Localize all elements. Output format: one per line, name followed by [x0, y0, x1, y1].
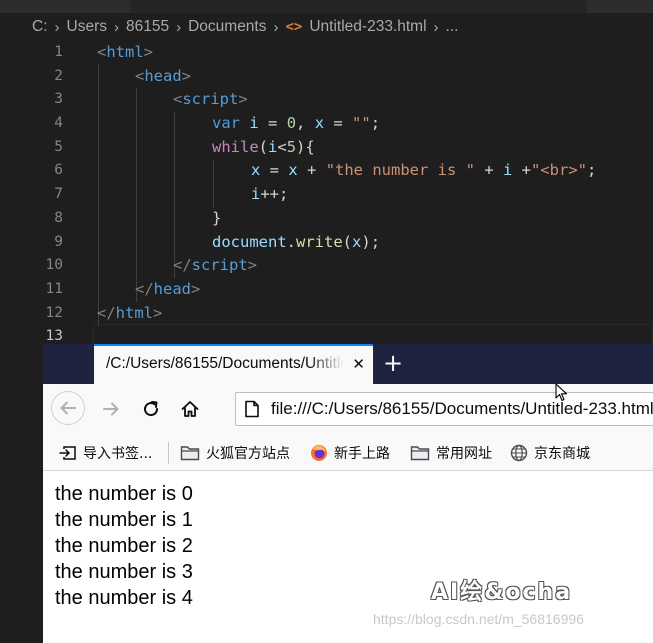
code-text: </html>: [97, 303, 163, 322]
code-text: x = x + "the number is " + i +"<br>";: [251, 161, 597, 180]
bookmark-import[interactable]: 导入书签...: [59, 443, 152, 463]
bookmark-divider: [168, 442, 169, 464]
bookmark-label: 常用网址: [436, 446, 492, 462]
chevron-right-icon: ›: [176, 18, 182, 36]
folder-icon: [410, 445, 430, 461]
code-line: 1 <html>: [0, 40, 653, 64]
url-bar[interactable]: file:///C:/Users/86155/Documents/Untitle…: [235, 392, 653, 426]
line-number: 7: [54, 186, 63, 203]
breadcrumb-documents[interactable]: Documents: [188, 18, 266, 36]
browser-tab[interactable]: /C:/Users/86155/Documents/Untitled-233.h…: [94, 344, 373, 384]
breadcrumb-user-folder[interactable]: 86155: [126, 18, 169, 36]
code-line: 4 var i = 0, x = "";: [0, 111, 653, 135]
breadcrumb: C: › Users › 86155 › Documents › <> Unti…: [0, 13, 653, 41]
bookmark-label: 火狐官方站点: [206, 446, 290, 462]
code-text: i++;: [251, 185, 289, 204]
code-text: </script>: [173, 256, 258, 275]
output-line: the number is 3: [55, 561, 193, 583]
line-number: 8: [54, 209, 63, 226]
line-number: 11: [45, 280, 63, 297]
watermark-text: https://blog.csdn.net/m_56816996: [373, 611, 584, 627]
code-text: while(i<5){: [212, 137, 315, 156]
line-number: 10: [45, 257, 63, 274]
output-line: the number is 2: [55, 535, 193, 557]
browser-tab-bar: /C:/Users/86155/Documents/Untitled-233.h…: [43, 344, 653, 384]
current-line-highlight: [93, 324, 653, 347]
code-line: 11 </head>: [0, 277, 653, 301]
bookmark-label: 京东商城: [534, 446, 590, 462]
home-button[interactable]: [174, 393, 206, 425]
line-number: 6: [54, 162, 63, 179]
chevron-right-icon: ›: [113, 18, 119, 36]
code-line: 12 </html>: [0, 301, 653, 325]
page-icon[interactable]: [244, 400, 260, 422]
url-text: file:///C:/Users/86155/Documents/Untitle…: [271, 399, 653, 418]
mouse-pointer-icon: [555, 383, 568, 402]
home-icon: [181, 401, 199, 417]
code-line: 3 <script>: [0, 87, 653, 111]
arrow-right-icon: [103, 402, 119, 416]
tab-title: /C:/Users/86155/Documents/Untitled-233.h…: [106, 355, 344, 372]
code-text: <html>: [97, 43, 154, 61]
breadcrumb-file[interactable]: Untitled-233.html: [309, 18, 426, 36]
line-number: 2: [54, 67, 63, 84]
code-line: 2 <head>: [0, 64, 653, 88]
bookmark-firefox-site[interactable]: 火狐官方站点: [180, 443, 290, 463]
chevron-right-icon: ›: [54, 18, 60, 36]
chevron-right-icon: ›: [433, 18, 439, 36]
code-text: }: [212, 208, 222, 227]
import-icon: [59, 445, 77, 461]
forward-button[interactable]: [95, 393, 127, 425]
line-number: 3: [54, 91, 63, 108]
line-number: 4: [54, 115, 63, 132]
output-line: the number is 4: [55, 587, 193, 609]
code-text: var i = 0, x = "";: [212, 114, 381, 133]
line-number: 9: [54, 233, 63, 250]
chevron-right-icon: ›: [273, 18, 279, 36]
code-line: 5 while(i<5){: [0, 135, 653, 159]
globe-icon: [510, 444, 528, 462]
code-line: 6 x = x + "the number is " + i +"<br>";: [0, 158, 653, 182]
code-line: 9 document.write(x);: [0, 230, 653, 254]
bookmark-common-sites[interactable]: 常用网址: [410, 443, 492, 463]
editor-tab-strip: [0, 0, 653, 13]
back-button[interactable]: [51, 391, 85, 425]
folder-icon: [180, 445, 200, 461]
output-line: the number is 0: [55, 483, 193, 505]
new-tab-button[interactable]: +: [383, 350, 403, 376]
bookmark-label: 新手上路: [334, 446, 390, 462]
reload-icon: [144, 401, 159, 417]
page-content: the number is 0 the number is 1 the numb…: [43, 471, 653, 643]
code-line: 10 </script>: [0, 253, 653, 277]
code-text: document.write(x);: [212, 232, 381, 251]
code-line: 8 }: [0, 206, 653, 230]
firefox-icon: [310, 444, 328, 462]
line-number: 1: [54, 44, 63, 60]
bookmark-jd[interactable]: 京东商城: [510, 443, 590, 463]
code-text: <script>: [173, 90, 248, 109]
line-number: 5: [54, 138, 63, 155]
html-file-icon: <>: [285, 19, 303, 35]
breadcrumb-users[interactable]: Users: [67, 18, 107, 36]
bookmark-label: 导入书签...: [83, 446, 153, 462]
line-number: 12: [45, 304, 63, 321]
code-text: </head>: [135, 279, 201, 298]
arrow-left-icon: [60, 401, 76, 415]
close-icon[interactable]: ✕: [352, 355, 365, 373]
code-text: <head>: [135, 66, 192, 85]
bookmarks-toolbar: 导入书签... 火狐官方站点 新手上路 常用网址 京东商城: [43, 434, 653, 471]
output-line: the number is 1: [55, 509, 193, 531]
watermark-logo: AI绘&ocha: [431, 580, 573, 605]
reload-button[interactable]: [135, 393, 167, 425]
bookmark-getting-started[interactable]: 新手上路: [310, 443, 390, 463]
code-line: 7 i++;: [0, 182, 653, 206]
code-area[interactable]: 1 <html> 2 <head> 3 <script> 4 var i = 0…: [0, 40, 653, 348]
breadcrumb-drive[interactable]: C:: [32, 18, 48, 36]
line-number: 13: [45, 328, 63, 345]
editor-tab[interactable]: [0, 0, 130, 13]
breadcrumb-more[interactable]: ...: [446, 18, 459, 36]
editor-tab[interactable]: [587, 0, 653, 13]
